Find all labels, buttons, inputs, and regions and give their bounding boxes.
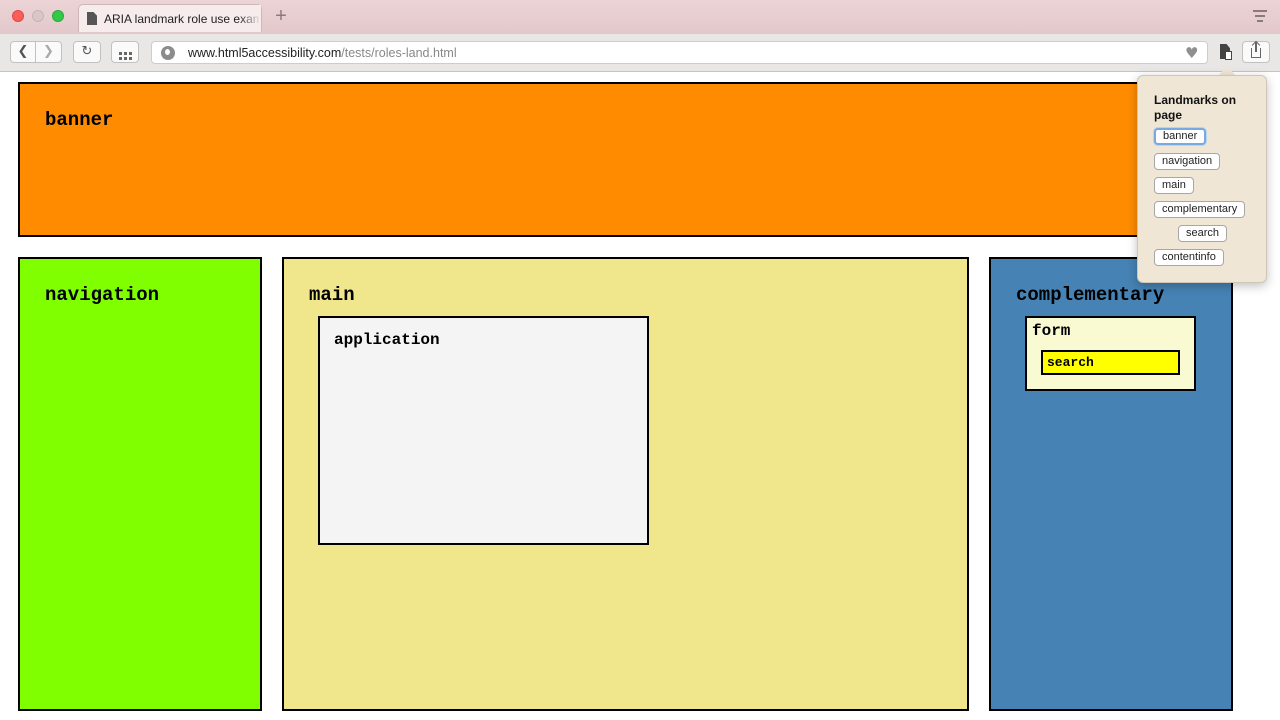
form-label: form <box>1032 322 1071 340</box>
landmark-button-complementary[interactable]: complementary <box>1154 201 1246 218</box>
application-label: application <box>334 331 440 349</box>
minimize-window-button[interactable] <box>32 10 44 22</box>
landmark-button-contentinfo[interactable]: contentinfo <box>1154 249 1224 266</box>
chevron-right-icon: ❯ <box>43 44 54 59</box>
banner-region: banner <box>18 82 1232 237</box>
landmark-button-banner[interactable]: banner <box>1154 128 1207 145</box>
url-text[interactable]: www.html5accessibility.com/tests/roles-l… <box>188 46 457 60</box>
browser-toolbar: ❮ ❯ ↻ www.html5accessibility.com/tests/r… <box>0 34 1280 72</box>
complementary-label: complementary <box>1016 284 1165 306</box>
title-bar: ARIA landmark role use example + <box>0 0 1280 34</box>
back-button[interactable]: ❮ <box>10 41 36 63</box>
tab-title-fade <box>239 5 261 32</box>
chevron-left-icon: ❮ <box>17 44 29 59</box>
browser-tab[interactable]: ARIA landmark role use example <box>78 4 262 32</box>
landmarks-popover: Landmarks on page banner navigation main… <box>1137 75 1267 283</box>
application-region: application <box>318 316 649 545</box>
grid-icon <box>118 52 132 60</box>
maximize-window-button[interactable] <box>52 10 64 22</box>
forward-button[interactable]: ❯ <box>36 41 62 63</box>
share-icon <box>1251 42 1261 58</box>
landmark-button-navigation[interactable]: navigation <box>1154 153 1221 170</box>
search-label: search <box>1047 355 1094 370</box>
new-tab-plus-icon[interactable]: + <box>271 5 291 27</box>
url-path: /tests/roles-land.html <box>341 46 457 60</box>
share-button[interactable] <box>1242 41 1270 63</box>
document-icon <box>87 12 97 25</box>
heart-icon[interactable]: ♥ <box>1185 44 1198 62</box>
search-region: search <box>1041 350 1180 375</box>
reload-icon: ↻ <box>81 44 93 59</box>
globe-icon <box>161 46 175 60</box>
reload-button[interactable]: ↻ <box>73 41 101 63</box>
page-content: banner navigation main application compl… <box>0 73 1280 720</box>
landmarks-extension-icon[interactable] <box>1218 42 1234 64</box>
address-bar[interactable]: www.html5accessibility.com/tests/roles-l… <box>151 41 1208 64</box>
main-label: main <box>309 284 355 306</box>
navigation-region: navigation <box>18 257 262 711</box>
landmark-button-main[interactable]: main <box>1154 177 1194 194</box>
popover-title: Landmarks on page <box>1154 93 1237 122</box>
landmark-button-search[interactable]: search <box>1178 225 1228 242</box>
banner-label: banner <box>45 109 114 131</box>
url-domain: www.html5accessibility.com <box>188 46 342 60</box>
tab-title: ARIA landmark role use example <box>104 12 259 26</box>
top-sites-button[interactable] <box>111 41 139 63</box>
navigation-label: navigation <box>45 284 160 306</box>
tab-list-icon[interactable] <box>1253 10 1267 24</box>
close-window-button[interactable] <box>12 10 24 22</box>
